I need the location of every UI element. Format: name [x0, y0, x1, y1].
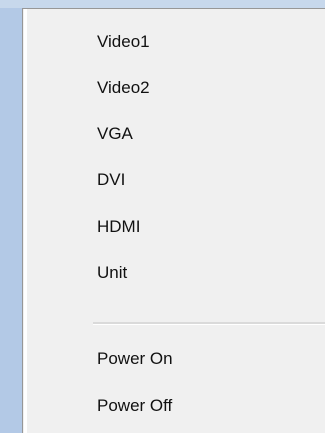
menu-item-unit[interactable]: Unit	[97, 261, 127, 285]
menu-item-dvi[interactable]: DVI	[97, 168, 125, 192]
menu-item-power-off[interactable]: Power Off	[97, 394, 172, 418]
context-menu: Video1 Video2 VGA DVI HDMI Unit Power On…	[22, 8, 325, 433]
menu-item-video1[interactable]: Video1	[97, 30, 150, 54]
menu-separator	[93, 322, 325, 325]
menu-item-hdmi[interactable]: HDMI	[97, 215, 140, 239]
menu-item-power-on[interactable]: Power On	[97, 347, 173, 371]
menu-item-video2[interactable]: Video2	[97, 76, 150, 100]
menu-item-vga[interactable]: VGA	[97, 122, 133, 146]
window-title-strip	[0, 0, 325, 8]
